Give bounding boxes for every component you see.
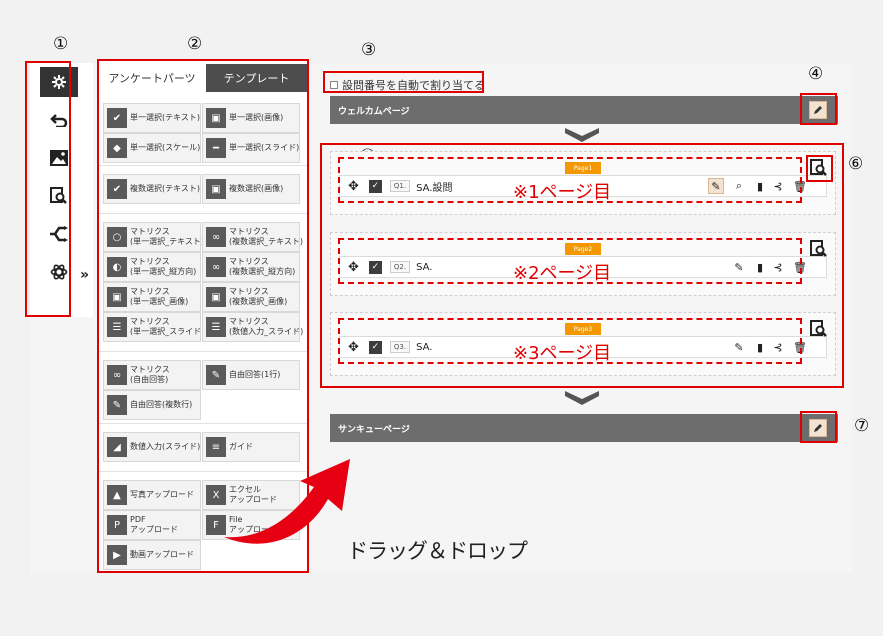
marker-6: ⑥ [848,154,864,174]
marker-7: ⑦ [854,416,870,436]
annotation-box-7 [800,411,837,443]
annotation-box-5 [320,143,844,388]
welcome-page-label: ウェルカムページ [338,106,410,117]
thanks-page-bar[interactable]: サンキューページ [330,414,838,442]
marker-2: ② [187,34,203,54]
expand-panel-button[interactable]: » [80,267,89,283]
marker-4: ④ [808,64,824,84]
annotation-box-1 [25,61,71,317]
drag-arrow-icon [224,459,350,544]
welcome-page-bar[interactable]: ウェルカムページ [330,96,838,124]
annotation-box-3 [323,71,484,93]
annotation-box-4 [800,93,837,125]
drag-drop-label: ドラッグ＆ドロップ [347,539,528,563]
chevron-down-icon [565,391,599,405]
thanks-page-label: サンキューページ [338,424,410,435]
marker-3: ③ [361,40,377,60]
marker-1: ① [53,34,69,54]
chevron-down-icon [565,128,599,142]
